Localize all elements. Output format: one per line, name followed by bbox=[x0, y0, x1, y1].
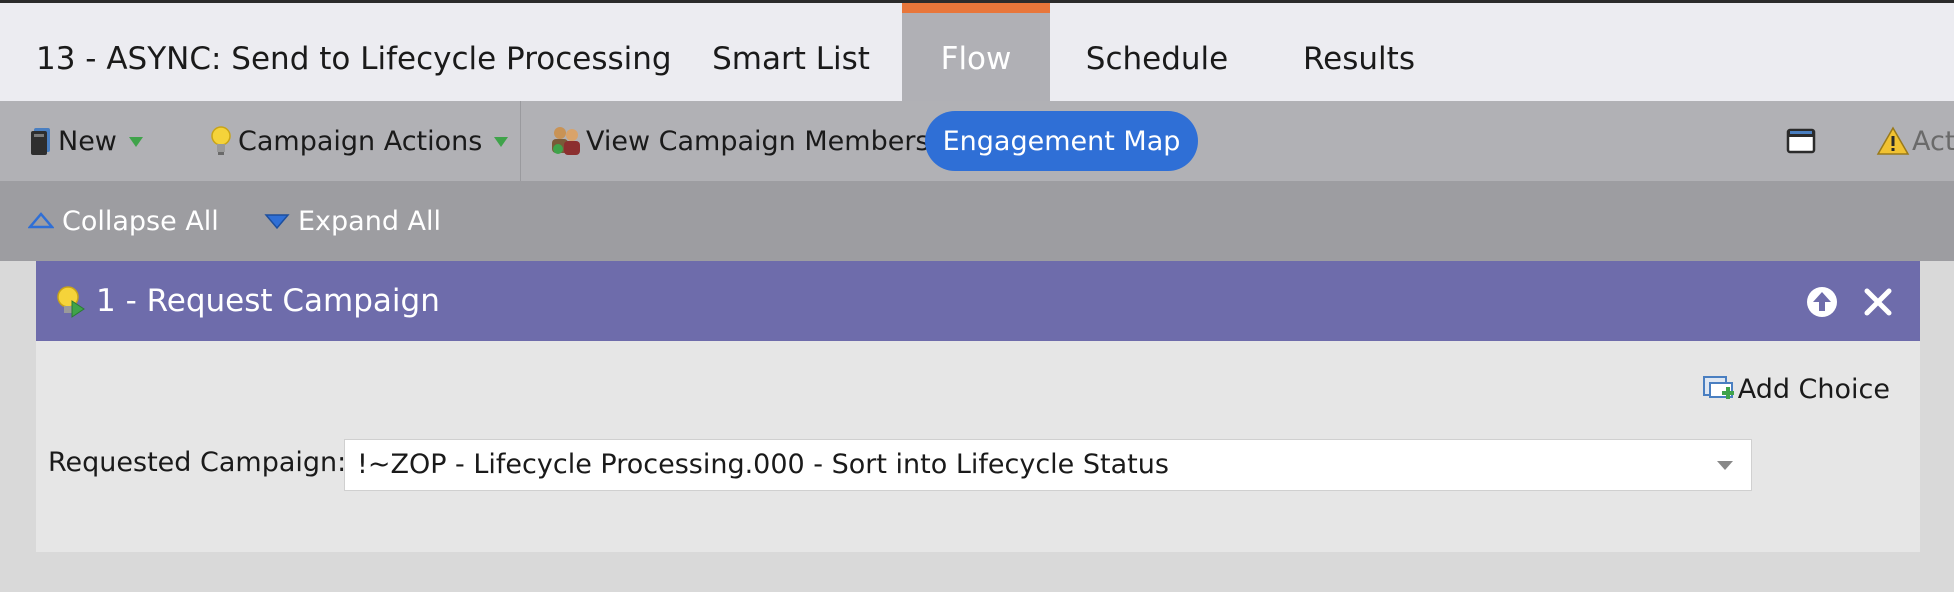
collapse-all-button[interactable]: Collapse All bbox=[28, 181, 219, 261]
campaign-actions-menu-button[interactable]: Campaign Actions bbox=[210, 101, 509, 181]
window-button[interactable] bbox=[1786, 101, 1816, 181]
expand-triangle-icon bbox=[264, 212, 290, 230]
new-menu-button[interactable]: New bbox=[30, 101, 143, 181]
campaign-title: 13 - ASYNC: Send to Lifecycle Processing bbox=[36, 41, 672, 77]
flow-step-body: Add Choice Requested Campaign: !~ZOP - L… bbox=[36, 341, 1920, 552]
close-icon[interactable] bbox=[1862, 286, 1894, 318]
flow-step-header[interactable]: 1 - Request Campaign bbox=[36, 261, 1920, 341]
requested-campaign-value: !~ZOP - Lifecycle Processing.000 - Sort … bbox=[357, 449, 1169, 480]
campaign-actions-label: Campaign Actions bbox=[238, 125, 483, 157]
dropdown-arrow-icon bbox=[128, 137, 143, 147]
new-document-icon bbox=[30, 126, 52, 156]
add-choice-icon bbox=[1702, 373, 1736, 405]
requested-campaign-select[interactable]: !~ZOP - Lifecycle Processing.000 - Sort … bbox=[344, 439, 1752, 491]
people-icon bbox=[548, 125, 584, 157]
add-choice-button[interactable]: Add Choice bbox=[1702, 369, 1890, 409]
tab-schedule[interactable]: Schedule bbox=[1070, 3, 1244, 101]
expand-all-button[interactable]: Expand All bbox=[264, 181, 441, 261]
flow-step-title: 1 - Request Campaign bbox=[96, 283, 440, 319]
activity-label: Act bbox=[1912, 125, 1954, 157]
window-icon bbox=[1786, 128, 1816, 154]
lightbulb-icon bbox=[210, 125, 232, 157]
warning-icon bbox=[1876, 126, 1910, 156]
request-campaign-icon bbox=[56, 285, 86, 319]
tab-flow[interactable]: Flow bbox=[902, 3, 1050, 101]
tab-results[interactable]: Results bbox=[1290, 3, 1428, 101]
tab-smart-list[interactable]: Smart List bbox=[682, 3, 900, 101]
expand-all-label: Expand All bbox=[298, 205, 442, 237]
activity-button[interactable]: Act bbox=[1876, 101, 1954, 181]
campaign-toolbar: New Campaign Actions View Campaign Membe… bbox=[0, 101, 1954, 181]
new-label: New bbox=[58, 125, 117, 157]
flow-toolbar: Collapse All Expand All bbox=[0, 181, 1954, 261]
add-choice-label: Add Choice bbox=[1737, 373, 1890, 405]
dropdown-arrow-icon bbox=[494, 137, 509, 147]
view-campaign-members-button[interactable]: View Campaign Members bbox=[548, 101, 930, 181]
move-up-icon[interactable] bbox=[1806, 286, 1838, 318]
collapse-all-label: Collapse All bbox=[62, 205, 219, 237]
toolbar-divider bbox=[520, 101, 521, 181]
chevron-down-icon bbox=[1717, 461, 1733, 470]
view-campaign-members-label: View Campaign Members bbox=[586, 125, 930, 157]
collapse-triangle-icon bbox=[28, 212, 54, 230]
engagement-map-button[interactable]: Engagement Map bbox=[925, 111, 1198, 171]
tab-bar: 13 - ASYNC: Send to Lifecycle Processing… bbox=[0, 3, 1954, 101]
requested-campaign-label: Requested Campaign: bbox=[48, 447, 347, 478]
